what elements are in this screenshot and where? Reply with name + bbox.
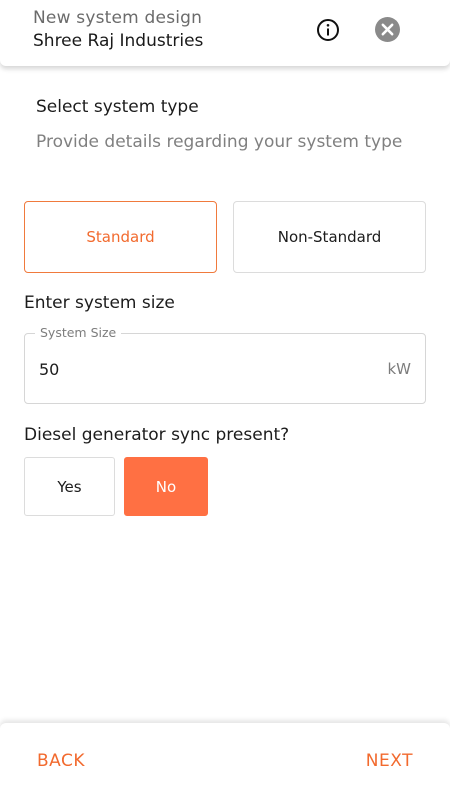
system-size-field: System Size kW <box>24 325 426 404</box>
next-button[interactable]: NEXT <box>366 751 413 771</box>
diesel-no-button[interactable]: No <box>124 457 208 516</box>
close-icon[interactable] <box>375 17 400 42</box>
system-size-label: System Size <box>35 325 122 340</box>
new-system-design-screen: New system design Shree Raj Industries S… <box>0 0 450 800</box>
app-header: New system design Shree Raj Industries <box>0 0 450 66</box>
info-icon[interactable] <box>316 18 340 42</box>
system-type-heading: Select system type <box>36 97 199 117</box>
standard-option-button[interactable]: Standard <box>24 201 217 273</box>
system-size-input[interactable] <box>39 356 359 382</box>
system-size-heading: Enter system size <box>24 293 175 313</box>
diesel-yes-button[interactable]: Yes <box>24 457 115 516</box>
system-type-description: Provide details regarding your system ty… <box>36 132 403 152</box>
header-subtitle: New system design <box>33 8 203 28</box>
footer-bar: BACK NEXT <box>0 723 450 800</box>
diesel-sync-heading: Diesel generator sync present? <box>24 425 290 445</box>
back-button[interactable]: BACK <box>37 751 85 771</box>
system-size-unit: kW <box>387 360 411 378</box>
header-title: Shree Raj Industries <box>33 31 204 51</box>
non-standard-option-button[interactable]: Non-Standard <box>233 201 426 273</box>
